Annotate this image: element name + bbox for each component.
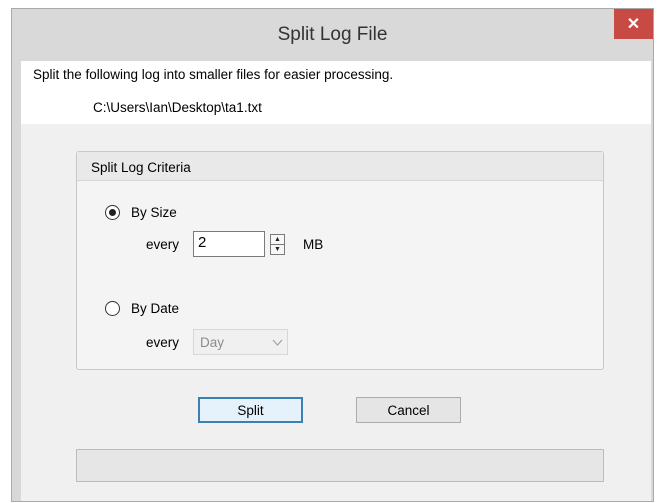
- file-path-text: C:\Users\Ian\Desktop\ta1.txt: [93, 100, 262, 115]
- by-size-radio[interactable]: [105, 205, 120, 220]
- chevron-down-icon: [268, 332, 286, 352]
- window-title: Split Log File: [277, 24, 388, 45]
- progress-bar: [76, 449, 604, 482]
- by-date-label[interactable]: By Date: [131, 301, 179, 316]
- close-button[interactable]: ✕: [614, 9, 653, 39]
- cancel-button[interactable]: Cancel: [356, 397, 461, 423]
- by-date-radio[interactable]: [105, 301, 120, 316]
- by-size-label[interactable]: By Size: [131, 205, 177, 220]
- size-unit-label: MB: [303, 237, 324, 252]
- size-every-label: every: [146, 237, 180, 252]
- description-text: Split the following log into smaller fil…: [33, 67, 394, 82]
- split-button[interactable]: Split: [198, 397, 303, 423]
- spin-down-icon[interactable]: ▼: [271, 245, 284, 254]
- close-icon: ✕: [626, 16, 641, 33]
- date-every-label: every: [146, 335, 180, 350]
- spin-up-icon[interactable]: ▲: [271, 235, 284, 244]
- criteria-group-label: Split Log Criteria: [91, 160, 191, 175]
- size-value-input[interactable]: 2: [193, 231, 265, 257]
- radio-selected-dot: [109, 209, 116, 216]
- size-spinner[interactable]: ▲ ▼: [270, 234, 285, 255]
